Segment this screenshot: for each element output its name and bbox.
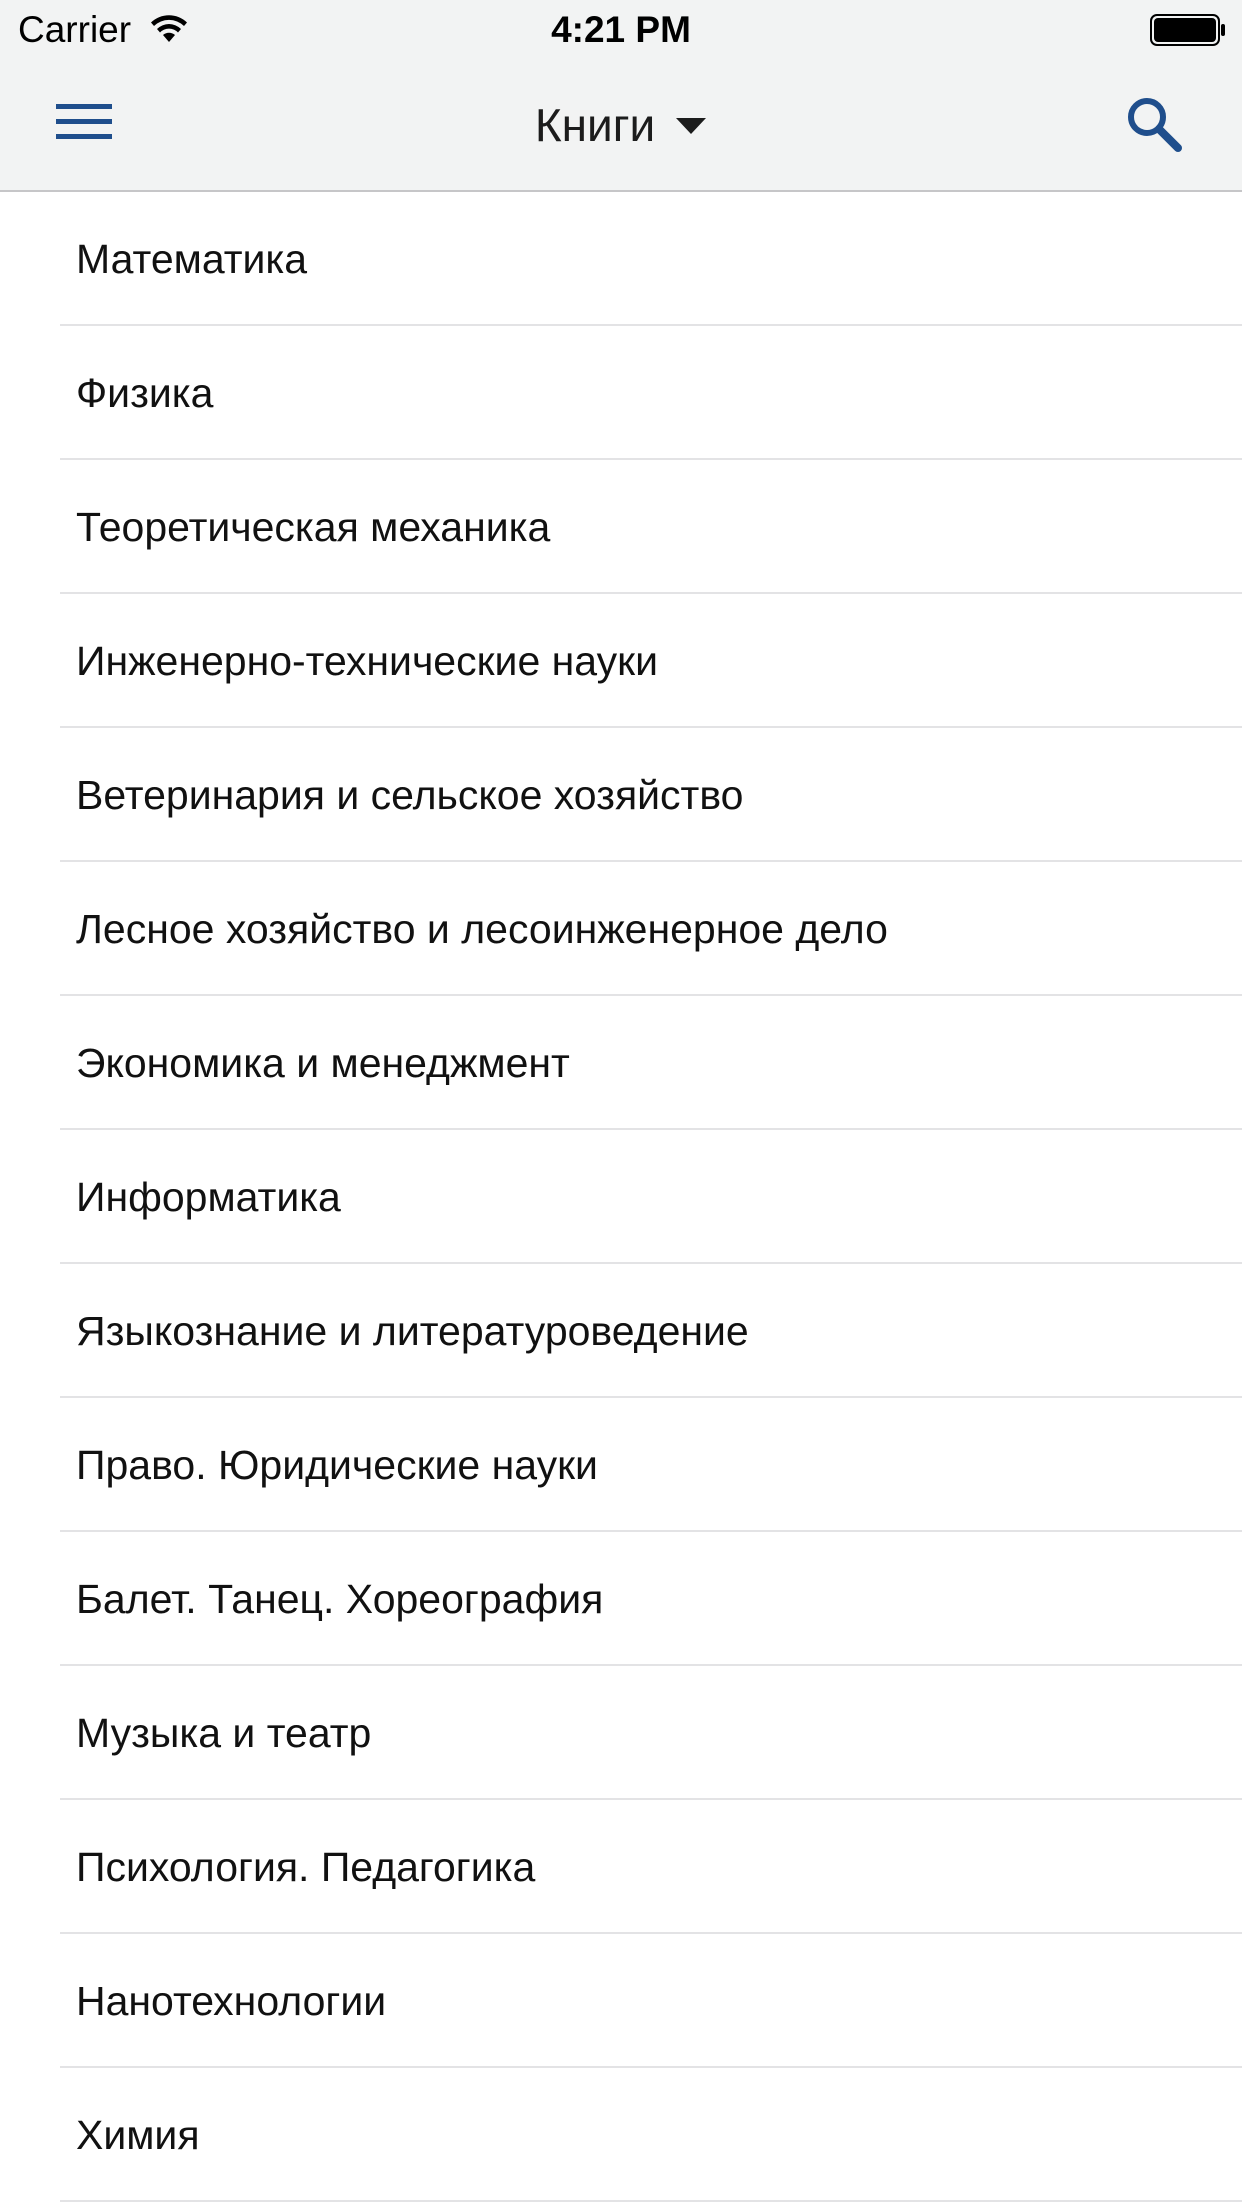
- list-item[interactable]: Право. Юридические науки: [0, 1398, 1242, 1532]
- list-item[interactable]: Инженерно-технические науки: [0, 594, 1242, 728]
- list-item-label: Право. Юридические науки: [76, 1442, 598, 1488]
- status-bar: Carrier 4:21 PM: [0, 0, 1242, 60]
- list-item-label: Ветеринария и сельское хозяйство: [76, 772, 744, 818]
- list-item[interactable]: Ветеринария и сельское хозяйство: [0, 728, 1242, 862]
- list-item-label: Языкознание и литературоведение: [76, 1308, 749, 1354]
- list-item[interactable]: Балет. Танец. Хореография: [0, 1532, 1242, 1666]
- list-item-label: Химия: [76, 2112, 200, 2158]
- list-item-label: Информатика: [76, 1174, 341, 1220]
- list-item[interactable]: Экономика и менеджмент: [0, 996, 1242, 1130]
- list-item[interactable]: Информатика: [0, 1130, 1242, 1264]
- list-item-label: Балет. Танец. Хореография: [76, 1576, 604, 1622]
- hamburger-menu-icon[interactable]: [56, 100, 116, 146]
- navigation-bar: Книги: [0, 60, 1242, 192]
- list-item-label: Музыка и театр: [76, 1710, 372, 1756]
- list-item-label: Инженерно-технические науки: [76, 638, 658, 684]
- app-screen: Carrier 4:21 PM Книги Математика Физика …: [0, 0, 1242, 2208]
- list-item[interactable]: Физика: [0, 326, 1242, 460]
- nav-title-container: Книги: [0, 60, 1242, 190]
- list-item-label: Математика: [76, 236, 308, 282]
- status-time: 4:21 PM: [551, 9, 691, 50]
- list-item[interactable]: Химия: [0, 2068, 1242, 2202]
- section-dropdown[interactable]: Книги: [535, 97, 707, 153]
- battery-full-icon: [1150, 14, 1225, 46]
- list-item-label: Лесное хозяйство и лесоинженерное дело: [76, 906, 888, 952]
- nav-title: Книги: [534, 99, 656, 151]
- list-item-label: Физика: [76, 370, 214, 416]
- list-item-label: Психология. Педагогика: [76, 1844, 536, 1890]
- chevron-down-icon: [676, 118, 707, 134]
- list-item-label: Теоретическая механика: [76, 504, 551, 550]
- list-item[interactable]: Лесное хозяйство и лесоинженерное дело: [0, 862, 1242, 996]
- search-icon[interactable]: [1124, 94, 1184, 154]
- list-item[interactable]: Языкознание и литературоведение: [0, 1264, 1242, 1398]
- list-item[interactable]: Психология. Педагогика: [0, 1800, 1242, 1934]
- list-item[interactable]: Математика: [0, 192, 1242, 326]
- category-list: Математика Физика Теоретическая механика Ин…: [0, 192, 1242, 2202]
- list-item-label: Экономика и менеджмент: [76, 1040, 570, 1086]
- list-item[interactable]: Теоретическая механика: [0, 460, 1242, 594]
- list-item[interactable]: Музыка и театр: [0, 1666, 1242, 1800]
- list-item[interactable]: Нанотехнологии: [0, 1934, 1242, 2068]
- list-item-label: Нанотехнологии: [76, 1978, 387, 2024]
